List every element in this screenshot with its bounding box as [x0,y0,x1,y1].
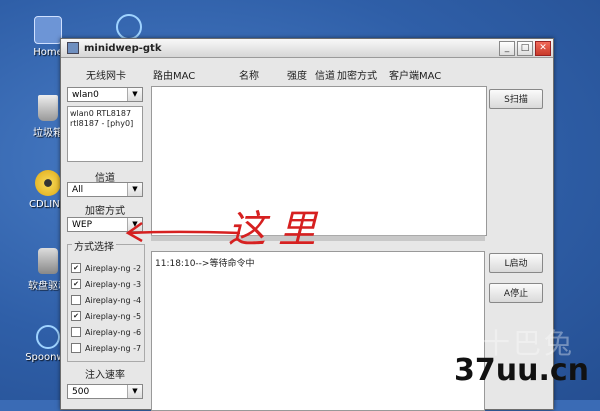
stop-button[interactable]: A停止 [489,283,543,303]
window-titlebar[interactable]: minidwep-gtk _ □ ✕ [61,39,553,58]
app-icon [67,42,79,54]
method-checkbox-row[interactable]: Aireplay-ng -6 [71,327,141,337]
start-button[interactable]: L启动 [489,253,543,273]
checkbox[interactable] [71,327,81,337]
method-option-label: Aireplay-ng -5 [85,311,142,321]
method-checkbox-row[interactable]: Aireplay-ng -7 [71,343,141,353]
method-label: 方式选择 [72,238,116,253]
log-pane[interactable]: 11:18:10-->等待命令中 [151,251,485,411]
interface-select[interactable]: wlan0 ▼ [67,87,143,102]
rate-select[interactable]: 500 ▼ [67,384,143,399]
checkbox[interactable]: ✔ [71,279,81,289]
maximize-button[interactable]: □ [517,40,533,56]
home-folder-icon [34,16,62,44]
cd-icon [35,170,61,196]
close-button[interactable]: ✕ [535,40,551,56]
wireless-card-label: 无线网卡 [86,71,126,82]
rate-label: 注入速率 [85,370,125,381]
method-option-label: Aireplay-ng -7 [85,343,142,353]
method-checkbox-row[interactable]: Aireplay-ng -4 [71,295,141,305]
chevron-down-icon: ▼ [127,88,142,101]
method-option-label: Aireplay-ng -3 [85,279,142,289]
card-list[interactable]: wlan0 RTL8187 rtl8187 - [phy0] [67,106,143,162]
checkbox[interactable]: ✔ [71,311,81,321]
floppy-icon [38,248,58,274]
annotation-text: 这里 [228,207,329,251]
checkbox[interactable] [71,343,81,353]
checkbox[interactable] [71,295,81,305]
scan-button[interactable]: S扫描 [489,89,543,109]
column-header[interactable]: 客户端MAC [389,67,441,82]
trash-icon [38,95,58,121]
method-checkbox-row[interactable]: ✔ Aireplay-ng -5 [71,311,141,321]
desktop-wifi-icon[interactable] [116,14,142,40]
window-title: minidwep-gtk [84,42,162,54]
column-header[interactable]: 信道 [315,67,335,82]
list-item[interactable]: rtl8187 - [phy0] [70,119,140,129]
list-item[interactable]: wlan0 RTL8187 [70,109,140,119]
watermark-text: 37uu.cn [454,353,589,388]
method-checkbox-row[interactable]: ✔ Aireplay-ng -3 [71,279,141,289]
interface-value: wlan0 [72,90,99,100]
column-header[interactable]: 路由MAC [153,67,195,82]
annotation-arrow-line [129,230,241,235]
rate-value: 500 [72,387,90,397]
encryption-value: WEP [72,220,93,230]
wifi-tool-icon [36,325,60,349]
column-header[interactable]: 名称 [239,67,259,82]
chevron-down-icon: ▼ [127,385,142,398]
channel-value: All [72,185,84,195]
column-header[interactable]: 加密方式 [337,67,377,82]
column-header[interactable]: 强度 [287,67,307,82]
method-option-label: Aireplay-ng -6 [85,327,142,337]
checkbox[interactable]: ✔ [71,263,81,273]
method-option-label: Aireplay-ng -4 [85,295,142,305]
minimize-button[interactable]: _ [499,40,515,56]
